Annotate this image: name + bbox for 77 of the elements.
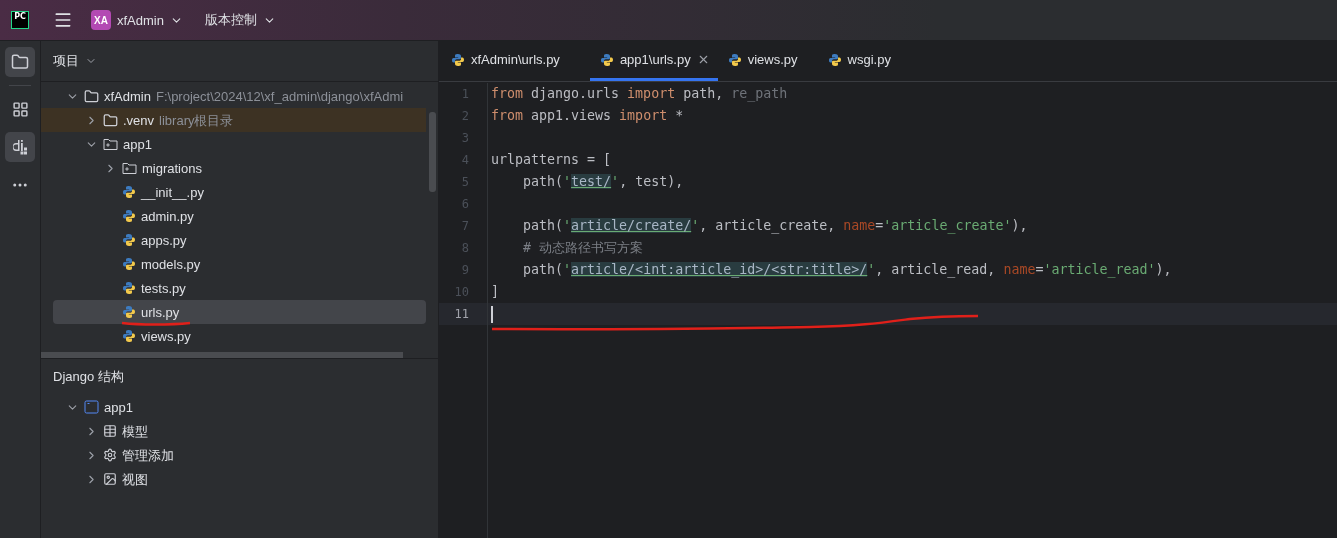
tree-item-label: app1 (123, 136, 152, 152)
python-file-icon (122, 185, 136, 199)
folder-icon (103, 112, 118, 128)
editor-tab[interactable]: app1\urls.py (589, 41, 718, 81)
tree-item-label: app1 (104, 399, 133, 415)
editor-tab[interactable]: views.py (727, 41, 828, 81)
tree-row[interactable]: 模型 (41, 419, 426, 443)
tree-row[interactable]: views.py (41, 324, 426, 348)
panel-title[interactable]: 项目 (53, 52, 79, 70)
package-folder-icon (103, 137, 118, 151)
tree-row[interactable]: 管理添加 (41, 443, 426, 467)
tree-item-label: urls.py (141, 304, 180, 320)
code-line: from django.urls import path, re_path (491, 85, 788, 104)
tree-row[interactable]: xfAdmin F:\project\2024\12\xf_admin\django\xfAdmi (41, 84, 426, 108)
package-folder-icon (122, 161, 137, 175)
horizontal-scrollbar[interactable] (41, 352, 403, 358)
tree-item-label: tests.py (141, 280, 186, 296)
code-line: urlpatterns = [ (491, 151, 612, 169)
python-file-icon (727, 52, 742, 67)
django-icon[interactable] (5, 132, 35, 162)
tree-row[interactable]: 视图 (41, 467, 426, 491)
python-file-icon (122, 305, 136, 319)
python-file-icon (122, 281, 136, 295)
tree-item-label: .venv (123, 112, 155, 128)
tree-item-label: 视图 (122, 471, 148, 487)
gear-icon (103, 448, 117, 462)
python-file-icon (451, 52, 465, 67)
tree-row[interactable]: migrations (41, 156, 426, 180)
tree-item-label: 管理添加 (122, 447, 174, 463)
vcs-menu[interactable]: 版本控制 (200, 11, 280, 29)
python-file-icon (599, 52, 614, 67)
code-line: path('article/create/', article_create, name='article_create'), (522, 217, 1028, 236)
code-line: path('test/', test), (522, 173, 684, 191)
tree-item-hint: F:\project\2024\12\xf_admin\django\xfAdmi (155, 88, 404, 104)
code-line: # 动态路径书写方案 (522, 239, 644, 257)
menu-icon[interactable] (53, 10, 73, 30)
library-tree-row[interactable]: .venv library根目录 (41, 108, 426, 132)
tree-row[interactable]: app1 (41, 132, 426, 156)
tree-row[interactable]: app1 (41, 395, 426, 419)
annotation-underline (120, 319, 192, 327)
text-caret (491, 305, 493, 323)
vertical-scrollbar[interactable] (429, 112, 436, 192)
app-logo: PC (11, 11, 29, 29)
tree-item-label: views.py (141, 328, 191, 344)
folder-icon[interactable] (5, 47, 35, 77)
tree-item-label: __init__.py (141, 184, 204, 200)
tree-row[interactable]: admin.py (41, 204, 426, 228)
code-line: ] (491, 283, 499, 301)
project-name: xfAdmin (117, 12, 164, 28)
python-file-icon (122, 209, 136, 223)
editor-tab[interactable]: wsgi.py (827, 41, 921, 81)
tree-item-label: models.py (141, 256, 201, 272)
folder-icon (84, 88, 99, 104)
python-file-icon (122, 233, 136, 247)
tree-item-label: migrations (142, 160, 202, 176)
python-file-icon (122, 257, 136, 271)
code-line: path('article/<int:article_id>/<str:title>/', article_read, name='article_read'), (522, 261, 1172, 280)
project-switcher[interactable]: XA xfAdmin (87, 10, 187, 30)
tree-item-label: 模型 (122, 423, 148, 439)
module-icon (84, 400, 99, 414)
selected-tree-row[interactable]: urls.py (53, 300, 426, 324)
image-icon (103, 472, 117, 486)
tree-item-label: apps.py (141, 232, 187, 248)
python-file-icon (122, 329, 136, 343)
code-line: from app1.views import * (491, 107, 684, 125)
tree-row[interactable]: __init__.py (41, 180, 426, 204)
tree-item-label: xfAdmin (104, 88, 151, 104)
line-number: 11 (453, 306, 470, 323)
tree-item-hint: library根目录 (159, 112, 234, 128)
editor-tab[interactable]: xfAdmin\urls.py (451, 41, 590, 81)
tree-item-label: admin.py (141, 208, 194, 224)
panel-title: Django 结构 (53, 368, 124, 386)
tree-row[interactable]: tests.py (41, 276, 426, 300)
table-icon (103, 424, 117, 438)
tree-row[interactable]: models.py (41, 252, 426, 276)
python-file-icon (827, 52, 842, 67)
tree-row[interactable]: apps.py (41, 228, 426, 252)
